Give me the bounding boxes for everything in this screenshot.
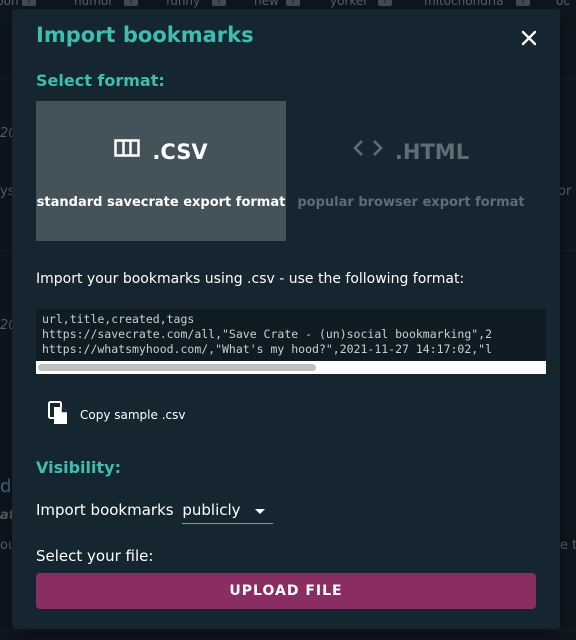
copy-sample-label: Copy sample .csv [80,408,186,422]
upload-file-button[interactable]: UPLOAD FILE [36,573,536,609]
modal-title: Import bookmarks [36,23,254,47]
sample-line: https://savecrate.com/all,"Save Crate - … [42,327,493,341]
columns-icon [114,138,141,162]
format-option-label: .CSV [152,140,208,164]
file-select-label: Select your file: [36,547,154,565]
import-bookmarks-modal: Import bookmarks Select format: .CSV sta… [12,9,560,629]
code-icon [353,138,383,162]
close-icon [521,30,537,46]
visibility-select[interactable]: publicly [182,501,273,524]
sample-line: url,title,created,tags [42,312,195,326]
format-option-header: .HTML [286,139,536,164]
scrollbar-thumb[interactable] [38,364,316,371]
horizontal-scrollbar[interactable] [36,361,546,374]
visibility-section-title: Visibility: [36,458,121,477]
dropdown-arrow-icon [254,509,265,514]
format-option-header: .CSV [36,139,286,164]
visibility-selected-value: publicly [182,501,241,519]
format-instructions: Import your bookmarks using .csv - use t… [36,271,465,287]
visibility-prefix: Import bookmarks [36,501,174,519]
sample-line: https://whatsmyhood.com/,"What's my hood… [42,342,493,356]
sample-csv-block[interactable]: url,title,created,tags https://savecrate… [36,309,546,374]
visibility-row: Import bookmarks publicly [36,501,273,524]
copy-icon [48,401,68,429]
format-option-label: .HTML [394,140,470,164]
format-option-csv[interactable]: .CSV standard savecrate export format [36,101,286,241]
format-option-html[interactable]: .HTML popular browser export format [286,101,536,241]
format-option-description: standard savecrate export format [36,195,286,210]
format-section-title: Select format: [36,71,165,90]
format-option-description: popular browser export format [297,195,525,210]
copy-sample-button[interactable]: Copy sample .csv [48,401,185,427]
close-button[interactable] [516,25,542,51]
